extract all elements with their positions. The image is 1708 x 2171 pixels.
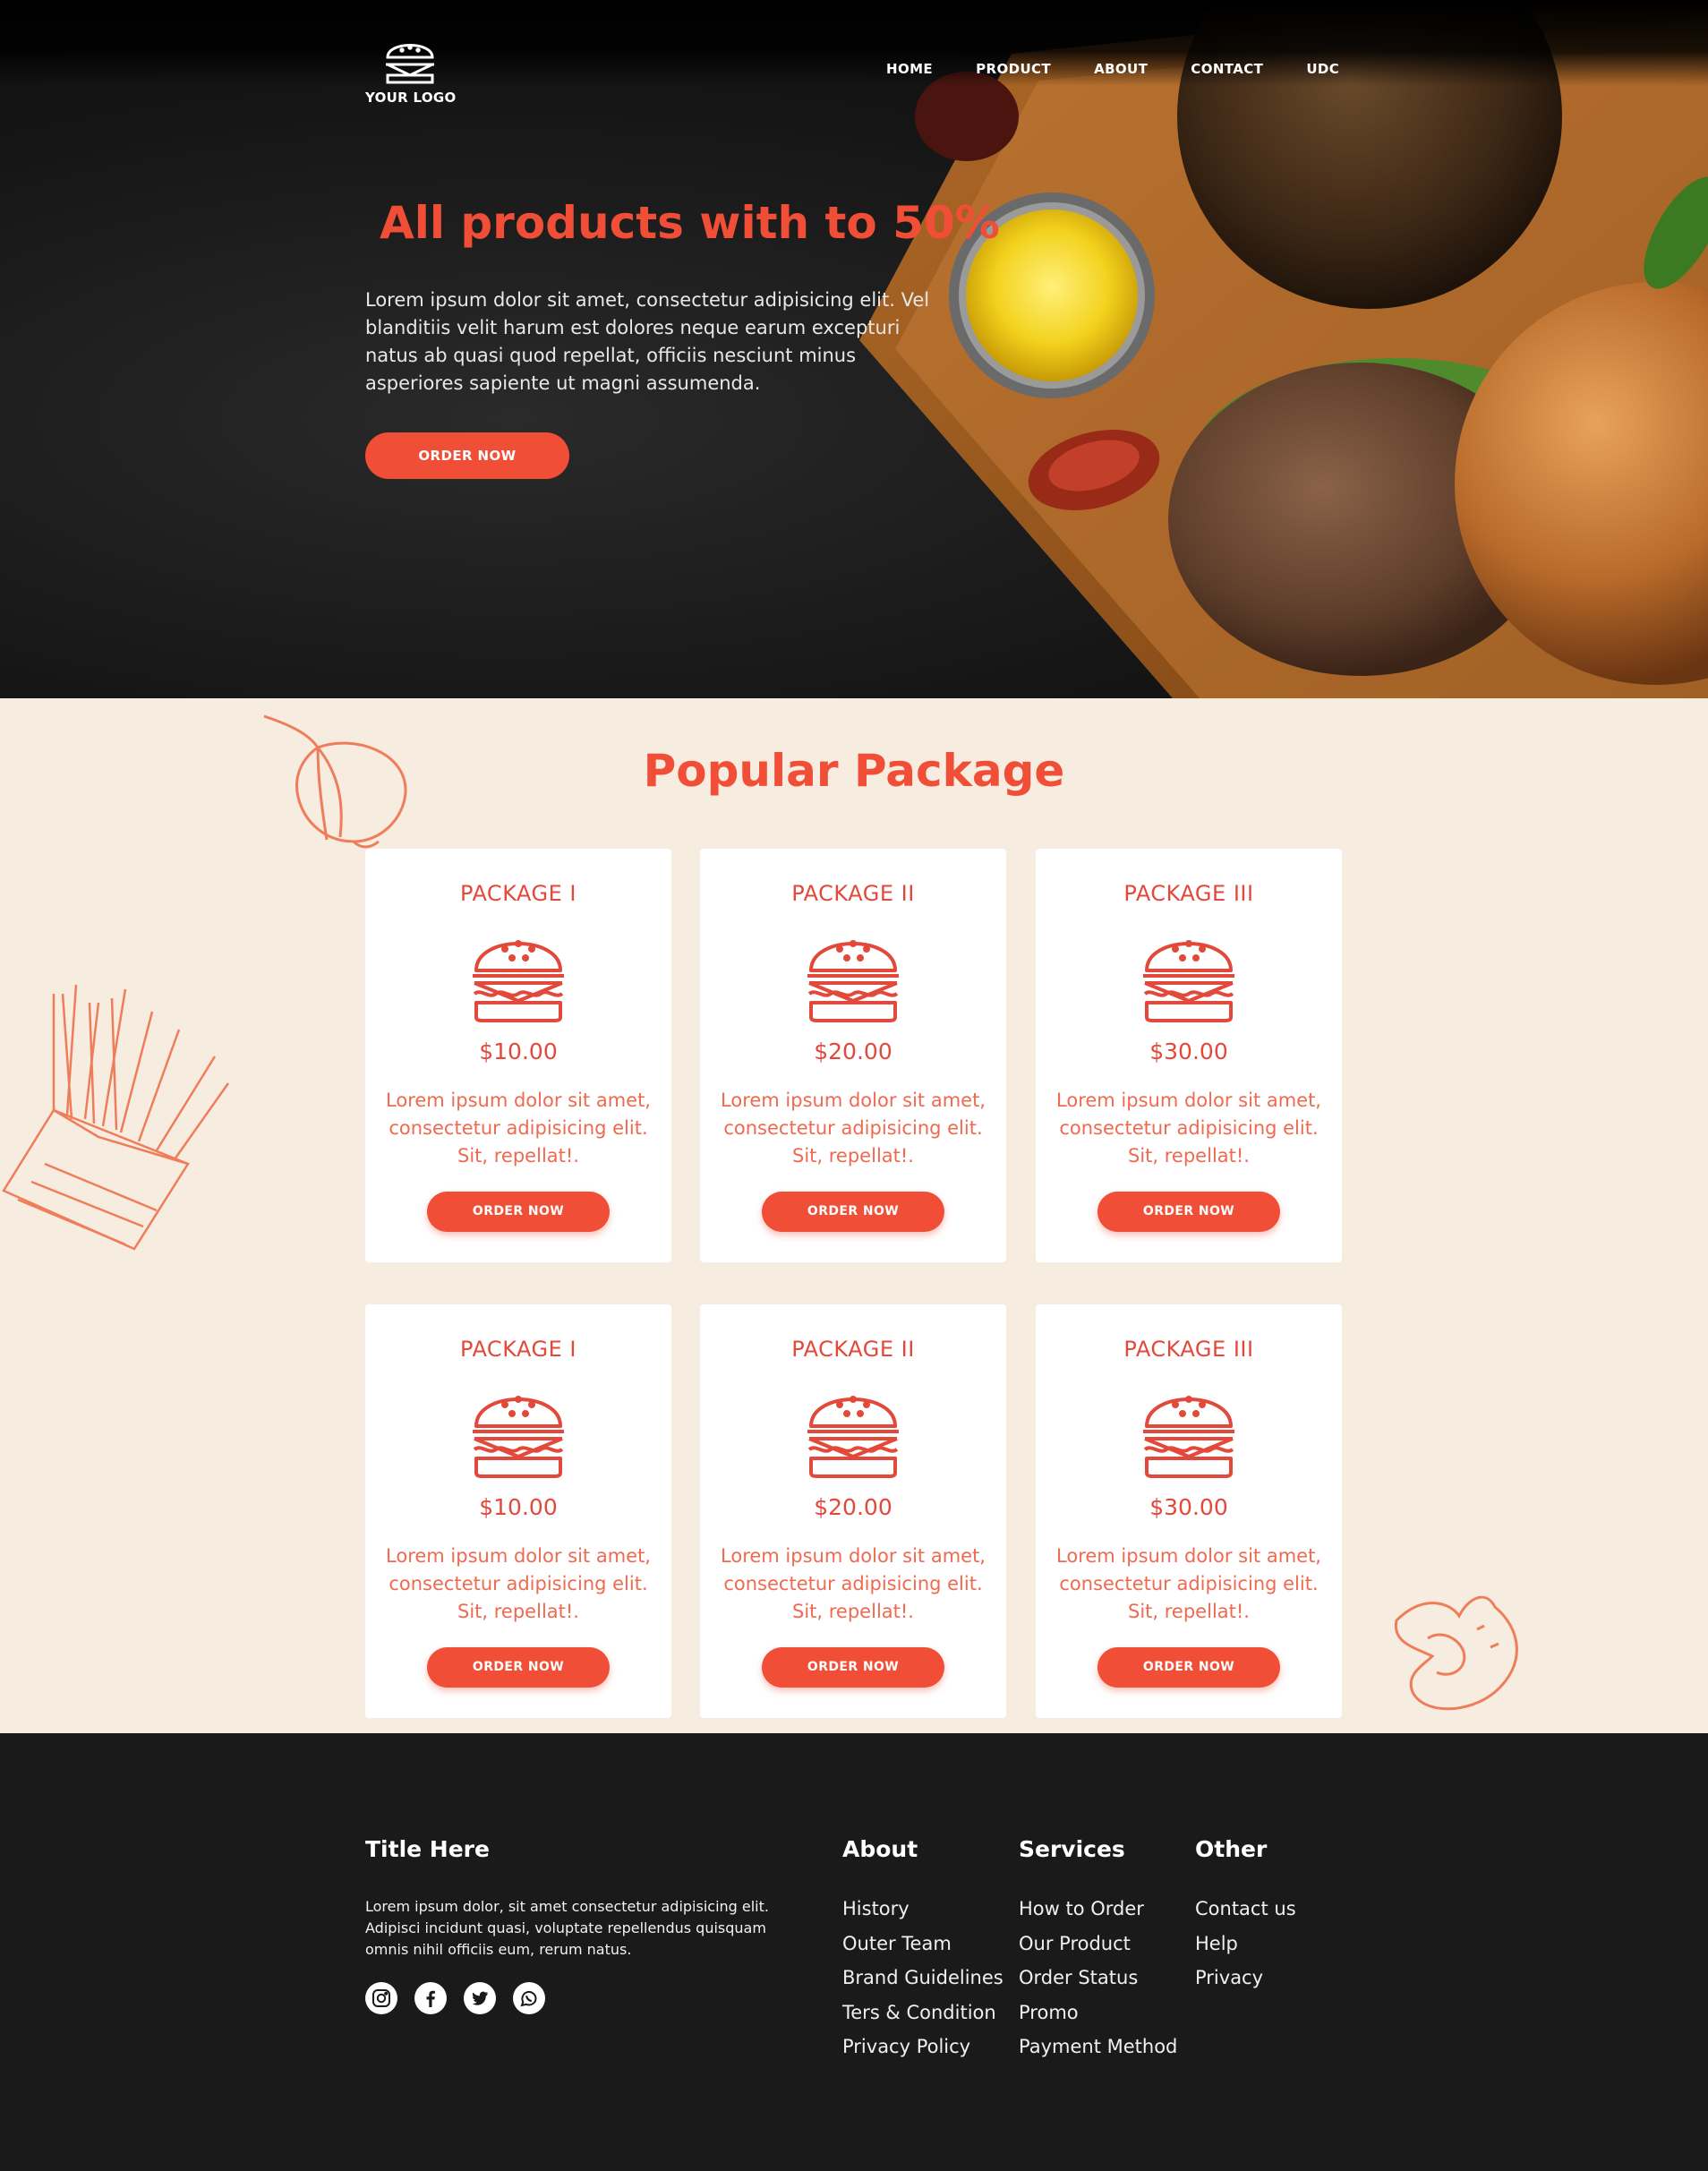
package-card: PACKAGE II $20.00 Lorem ipsum dolor sit … — [700, 849, 1006, 1262]
footer-link[interactable]: Outer Team — [842, 1932, 1003, 1955]
nav-product[interactable]: PRODUCT — [976, 61, 1051, 77]
logo[interactable]: YOUR LOGO — [365, 34, 457, 106]
facebook-icon[interactable] — [414, 1982, 447, 2014]
footer-link[interactable]: Payment Method — [1019, 2035, 1177, 2058]
hero-top-shade — [0, 0, 1708, 86]
logo-text: YOUR LOGO — [365, 90, 457, 106]
footer-text: Lorem ipsum dolor, sit amet consectetur … — [365, 1898, 769, 1958]
package-card: PACKAGE I $10.00 Lorem ipsum dolor sit a… — [365, 1304, 671, 1718]
package-price: $30.00 — [1149, 1038, 1228, 1064]
package-order-button[interactable]: ORDER NOW — [762, 1192, 944, 1232]
package-description: Lorem ipsum dolor sit amet, consectetur … — [721, 1090, 986, 1167]
footer-other-list: Contact us Help Privacy — [1195, 1897, 1296, 2001]
footer-about-list: History Outer Team Brand Guidelines Ters… — [842, 1897, 1003, 2070]
package-title: PACKAGE II — [791, 881, 915, 906]
package-description: Lorem ipsum dolor sit amet, consectetur … — [1056, 1545, 1321, 1622]
package-title: PACKAGE III — [1123, 1337, 1254, 1362]
footer-link[interactable]: Privacy — [1195, 1966, 1296, 1989]
package-description: Lorem ipsum dolor sit amet, consectetur … — [1056, 1090, 1321, 1167]
packages-section: Popular Package PACKAGE I $10.00 Lorem i… — [0, 698, 1708, 1733]
package-card: PACKAGE II $20.00 Lorem ipsum dolor sit … — [700, 1304, 1006, 1718]
burger-logo-icon — [386, 44, 434, 84]
package-description: Lorem ipsum dolor sit amet, consectetur … — [386, 1090, 651, 1167]
footer-link[interactable]: Brand Guidelines — [842, 1966, 1003, 1989]
twitter-icon[interactable] — [464, 1982, 496, 2014]
main-nav: HOME PRODUCT ABOUT CONTACT UDC — [886, 61, 1339, 77]
whatsapp-icon[interactable] — [513, 1982, 545, 2014]
burger-icon — [807, 1396, 899, 1478]
instagram-icon[interactable] — [365, 1982, 397, 2014]
burger-icon — [473, 1396, 564, 1478]
burger-icon — [1143, 940, 1234, 1022]
package-title: PACKAGE I — [460, 881, 576, 906]
hero-section: YOUR LOGO HOME PRODUCT ABOUT CONTACT UDC… — [0, 0, 1708, 698]
nav-udc[interactable]: UDC — [1306, 61, 1339, 77]
package-price: $10.00 — [479, 1038, 558, 1064]
package-price: $20.00 — [814, 1038, 892, 1064]
footer-about-title: About — [842, 1836, 918, 1862]
package-order-button[interactable]: ORDER NOW — [427, 1192, 610, 1232]
hero-text: Lorem ipsum dolor sit amet, consectetur … — [365, 289, 930, 394]
package-price: $30.00 — [1149, 1494, 1228, 1520]
hero-title: All products with to 50% — [380, 197, 1000, 249]
footer-title: Title Here — [365, 1836, 490, 1862]
nav-contact[interactable]: CONTACT — [1191, 61, 1263, 77]
bacon-sketch-icon — [1394, 1595, 1518, 1711]
package-card: PACKAGE III $30.00 Lorem ipsum dolor sit… — [1036, 849, 1342, 1262]
package-price: $20.00 — [814, 1494, 892, 1520]
footer-link[interactable]: Promo — [1019, 2001, 1177, 2024]
footer-services-list: How to Order Our Product Order Status Pr… — [1019, 1897, 1177, 2070]
package-order-button[interactable]: ORDER NOW — [762, 1647, 944, 1688]
hero-order-button[interactable]: ORDER NOW — [365, 432, 569, 479]
fries-sketch-icon — [2, 984, 230, 1251]
footer-link[interactable]: Contact us — [1195, 1897, 1296, 1920]
burger-icon — [473, 940, 564, 1022]
social-links — [365, 1982, 562, 2014]
footer-link[interactable]: Ters & Condition — [842, 2001, 1003, 2024]
footer: Title Here Lorem ipsum dolor, sit amet c… — [0, 1733, 1708, 2171]
nav-about[interactable]: ABOUT — [1094, 61, 1148, 77]
package-title: PACKAGE II — [791, 1337, 915, 1362]
package-description: Lorem ipsum dolor sit amet, consectetur … — [721, 1545, 986, 1622]
section-title: Popular Package — [643, 745, 1065, 797]
package-card: PACKAGE I $10.00 Lorem ipsum dolor sit a… — [365, 849, 671, 1262]
nav-home[interactable]: HOME — [886, 61, 933, 77]
footer-link[interactable]: History — [842, 1897, 1003, 1920]
package-order-button[interactable]: ORDER NOW — [1097, 1647, 1280, 1688]
footer-link[interactable]: How to Order — [1019, 1897, 1177, 1920]
footer-link[interactable]: Order Status — [1019, 1966, 1177, 1989]
footer-link[interactable]: Help — [1195, 1932, 1296, 1955]
package-description: Lorem ipsum dolor sit amet, consectetur … — [386, 1545, 651, 1622]
package-order-button[interactable]: ORDER NOW — [1097, 1192, 1280, 1232]
footer-services-title: Services — [1019, 1836, 1125, 1862]
footer-other-title: Other — [1195, 1836, 1268, 1862]
package-price: $10.00 — [479, 1494, 558, 1520]
package-title: PACKAGE I — [460, 1337, 576, 1362]
package-card: PACKAGE III $30.00 Lorem ipsum dolor sit… — [1036, 1304, 1342, 1718]
burger-icon — [807, 940, 899, 1022]
footer-link[interactable]: Our Product — [1019, 1932, 1177, 1955]
burger-icon — [1143, 1396, 1234, 1478]
package-order-button[interactable]: ORDER NOW — [427, 1647, 610, 1688]
footer-link[interactable]: Privacy Policy — [842, 2035, 1003, 2058]
package-title: PACKAGE III — [1123, 881, 1254, 906]
